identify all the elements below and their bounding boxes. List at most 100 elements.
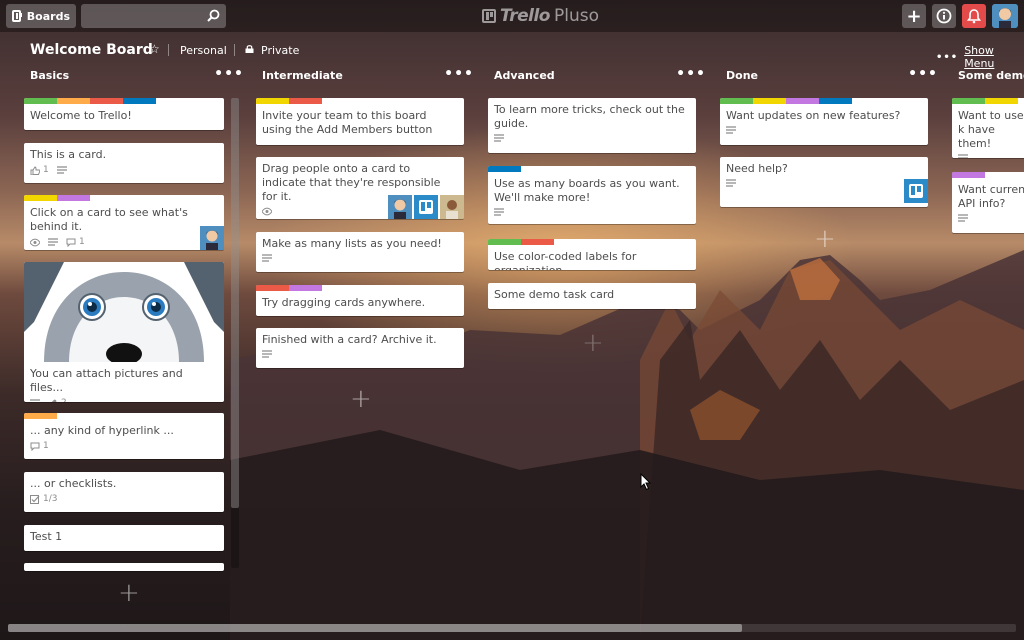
list-menu-icon[interactable]: ••• <box>676 66 706 82</box>
card[interactable]: Test 1 <box>24 525 224 551</box>
card-badges <box>958 214 1024 223</box>
list-title[interactable]: Intermediate <box>262 69 343 82</box>
card-members <box>388 195 464 219</box>
checklist-progress: 1/3 <box>43 494 58 504</box>
add-card-icon[interactable]: + <box>118 578 140 608</box>
label-purple <box>57 195 90 201</box>
avatar-photo <box>388 195 412 219</box>
card[interactable]: Finished with a card? Archive it. <box>256 328 464 368</box>
member-avatar[interactable] <box>440 195 464 219</box>
label-red <box>90 98 123 104</box>
card[interactable]: Welcome to Trello! <box>24 98 224 130</box>
list-scrollbar[interactable] <box>231 98 239 568</box>
label-yellow <box>24 195 57 201</box>
list-menu-icon[interactable]: ••• <box>214 66 244 82</box>
member-avatar[interactable] <box>414 195 438 219</box>
board-scrollbar[interactable] <box>8 624 1016 632</box>
card-labels <box>488 166 696 172</box>
notifications-button[interactable] <box>962 4 986 28</box>
card[interactable]: ... or checklists. 1/3 <box>24 472 224 512</box>
description-icon <box>958 154 968 158</box>
list-intermediate: Intermediate ••• Invite your team to thi… <box>256 66 473 426</box>
list-menu-icon[interactable]: ••• <box>908 66 938 82</box>
add-card-icon[interactable]: + <box>350 384 372 414</box>
user-avatar[interactable] <box>992 4 1018 28</box>
description-icon <box>726 179 736 187</box>
info-icon <box>936 8 952 24</box>
card[interactable]: Try dragging cards anywhere. <box>256 285 464 316</box>
member-avatar[interactable] <box>200 226 224 250</box>
add-card-icon[interactable]: + <box>582 328 604 358</box>
label-green <box>24 98 57 104</box>
scrollbar-thumb[interactable] <box>8 624 742 632</box>
list-title[interactable]: Advanced <box>494 69 555 82</box>
card[interactable]: Click on a card to see what's behind it.… <box>24 195 224 250</box>
card-partial[interactable] <box>24 563 224 571</box>
card-title: You can attach pictures and files... <box>30 367 183 394</box>
info-button[interactable] <box>932 4 956 28</box>
member-avatar[interactable] <box>388 195 412 219</box>
list-title[interactable]: Basics <box>30 69 69 82</box>
card-badges: 1 <box>30 237 218 247</box>
card[interactable]: Use as many boards as you want. We'll ma… <box>488 166 696 224</box>
label-green <box>488 239 521 245</box>
label-green <box>952 98 985 104</box>
card-badges <box>958 154 1024 158</box>
add-card-icon[interactable]: + <box>814 224 836 254</box>
card-badges <box>262 350 458 359</box>
visibility-link[interactable]: Private <box>261 44 299 57</box>
card[interactable]: Want to use k have them! <box>952 98 1024 158</box>
card[interactable]: Use color-coded labels for organization <box>488 239 696 270</box>
search-input[interactable] <box>81 4 201 28</box>
eye-icon <box>30 238 40 246</box>
card[interactable]: Drag people onto a card to indicate that… <box>256 157 464 219</box>
card[interactable]: Invite your team to this board using the… <box>256 98 464 145</box>
card-badges: 1/3 <box>30 494 218 504</box>
boards-button[interactable]: Boards <box>6 4 76 28</box>
list-menu-icon[interactable]: ••• <box>444 66 474 82</box>
description-icon <box>48 237 58 246</box>
card[interactable]: Want current API info? <box>952 172 1024 233</box>
card-title: Use as many boards as you want. We'll ma… <box>494 177 680 204</box>
trello-logo-icon <box>419 200 433 214</box>
card[interactable]: This is a card. 1 <box>24 143 224 183</box>
description-icon <box>30 398 40 402</box>
list-title[interactable]: Done <box>726 69 758 82</box>
list-advanced: Advanced ••• To learn more tricks, check… <box>488 66 705 366</box>
card-labels <box>256 98 464 104</box>
add-button[interactable]: + <box>902 4 926 28</box>
card-labels <box>24 98 224 104</box>
list-title[interactable]: Some demo l <box>958 69 1024 82</box>
label-orange <box>24 413 57 419</box>
star-icon[interactable]: ☆ <box>149 42 160 56</box>
card-members <box>904 179 928 203</box>
attachment-icon <box>51 399 57 402</box>
card[interactable]: You can attach pictures and files... 2 <box>24 262 224 402</box>
card[interactable]: Some demo task card <box>488 283 696 309</box>
card-title: Need help? <box>726 162 788 175</box>
card-title: Some demo task card <box>494 288 615 301</box>
board-title[interactable]: Welcome Board <box>30 42 153 58</box>
trello-logo-icon <box>909 184 923 198</box>
card-badges <box>262 254 458 263</box>
vote-count: 1 <box>43 165 49 175</box>
scrollbar-thumb[interactable] <box>231 98 239 508</box>
card[interactable]: To learn more tricks, check out the guid… <box>488 98 696 153</box>
description-icon <box>726 126 736 134</box>
trello-logo-icon <box>482 9 496 23</box>
app-logo[interactable]: Trello Pluso <box>482 6 599 26</box>
search-box[interactable] <box>81 4 226 28</box>
search-icon[interactable] <box>207 9 220 22</box>
label-red <box>256 285 289 291</box>
team-link[interactable]: Personal <box>180 44 227 57</box>
comment-icon <box>30 442 40 451</box>
card[interactable]: ... any kind of hyperlink ... 1 <box>24 413 224 459</box>
card-labels <box>720 98 928 104</box>
card[interactable]: Want updates on new features? <box>720 98 928 145</box>
card[interactable]: Make as many lists as you need! <box>256 232 464 272</box>
member-avatar[interactable] <box>904 179 928 203</box>
card-title: To learn more tricks, check out the guid… <box>494 103 685 130</box>
description-icon <box>262 350 272 358</box>
card[interactable]: Need help? <box>720 157 928 207</box>
divider <box>168 44 169 56</box>
